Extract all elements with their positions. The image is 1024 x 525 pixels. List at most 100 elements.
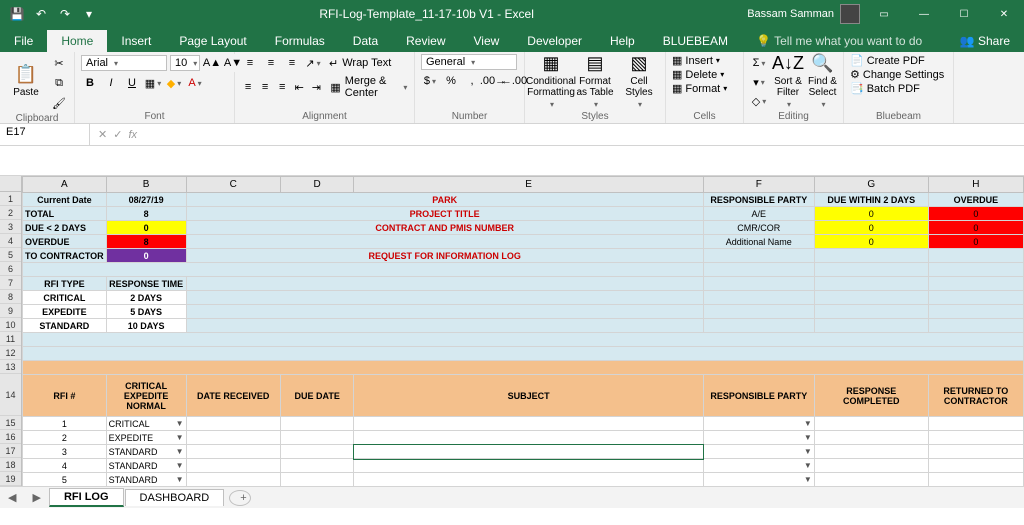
cell[interactable]: 0 — [814, 235, 928, 249]
chevron-down-icon[interactable]: ▼ — [804, 433, 812, 442]
cell[interactable] — [928, 249, 1023, 263]
cell[interactable] — [703, 291, 814, 305]
chevron-down-icon[interactable]: ▼ — [804, 419, 812, 428]
cell[interactable] — [186, 417, 280, 431]
row-header[interactable]: 5 — [0, 248, 21, 262]
cell[interactable] — [280, 445, 354, 459]
align-right-icon[interactable]: ≡ — [275, 78, 289, 96]
cell-dropdown[interactable]: CRITICAL▼ — [106, 417, 186, 431]
cell[interactable] — [928, 319, 1023, 333]
cell[interactable] — [814, 431, 928, 445]
row-header[interactable]: 8 — [0, 290, 21, 304]
align-center-icon[interactable]: ≡ — [258, 78, 272, 96]
bold-button[interactable]: B — [81, 74, 99, 92]
user-name[interactable]: Bassam Samman — [747, 8, 834, 20]
font-color-button[interactable]: A — [186, 74, 204, 92]
cell[interactable] — [928, 445, 1023, 459]
cell[interactable]: RFI TYPE — [23, 277, 107, 291]
chevron-down-icon[interactable]: ▼ — [804, 475, 812, 484]
cell[interactable] — [23, 347, 1024, 361]
tab-data[interactable]: Data — [339, 30, 392, 52]
col-header[interactable]: H — [928, 177, 1023, 193]
cell[interactable] — [23, 333, 1024, 347]
cell[interactable] — [280, 417, 354, 431]
row-header[interactable]: 2 — [0, 206, 21, 220]
sheet-tab-rfi-log[interactable]: RFI LOG — [49, 488, 124, 507]
chevron-down-icon[interactable]: ▼ — [176, 419, 184, 428]
border-button[interactable]: ▦ — [144, 74, 162, 92]
batch-pdf-button[interactable]: 📑 Batch PDF — [850, 82, 920, 95]
cell[interactable]: STANDARD — [23, 319, 107, 333]
cell[interactable]: 0 — [814, 221, 928, 235]
cell[interactable]: 0 — [106, 249, 186, 263]
row-header[interactable]: 6 — [0, 262, 21, 276]
cell[interactable] — [814, 459, 928, 473]
cell[interactable] — [280, 473, 354, 487]
cell[interactable]: TOTAL — [23, 207, 107, 221]
row-header[interactable]: 7 — [0, 276, 21, 290]
tab-review[interactable]: Review — [392, 30, 459, 52]
change-settings-button[interactable]: ⚙ Change Settings — [850, 68, 944, 81]
cell[interactable] — [928, 277, 1023, 291]
conditional-formatting-button[interactable]: ▦Conditional Formatting — [531, 54, 571, 108]
tab-formulas[interactable]: Formulas — [261, 30, 339, 52]
cell-dropdown[interactable]: ▼ — [703, 459, 814, 473]
close-icon[interactable]: ✕ — [984, 0, 1024, 28]
select-all-corner[interactable] — [0, 176, 21, 192]
cell[interactable] — [23, 263, 704, 277]
cell[interactable]: DUE < 2 DAYS — [23, 221, 107, 235]
cell[interactable]: 2 — [23, 431, 107, 445]
cut-icon[interactable]: ✂ — [50, 54, 68, 72]
cell[interactable]: 0 — [928, 235, 1023, 249]
cell[interactable] — [814, 445, 928, 459]
insert-cells-button[interactable]: ▦ Insert ▾ — [672, 54, 720, 67]
cell[interactable]: Current Date — [23, 193, 107, 207]
create-pdf-button[interactable]: 📄 Create PDF — [850, 54, 925, 67]
row-header[interactable]: 14 — [0, 374, 21, 416]
cell[interactable]: 4 — [23, 459, 107, 473]
cell[interactable] — [186, 459, 280, 473]
cell[interactable] — [703, 249, 814, 263]
tab-home[interactable]: Home — [47, 30, 107, 52]
sheet-nav-next-icon[interactable]: ▶ — [24, 491, 48, 504]
cell[interactable]: SUBJECT — [354, 375, 703, 417]
cell[interactable]: RESPONSIBLE PARTY — [703, 375, 814, 417]
cell[interactable] — [814, 417, 928, 431]
cell[interactable]: PARK — [186, 193, 703, 207]
col-header[interactable]: B — [106, 177, 186, 193]
col-header[interactable]: F — [703, 177, 814, 193]
cell[interactable] — [928, 305, 1023, 319]
row-header[interactable]: 17 — [0, 444, 21, 458]
cell[interactable]: 0 — [928, 207, 1023, 221]
cell[interactable]: OVERDUE — [23, 235, 107, 249]
row-header[interactable]: 9 — [0, 304, 21, 318]
cell[interactable]: 10 DAYS — [106, 319, 186, 333]
cell-dropdown[interactable]: STANDARD▼ — [106, 445, 186, 459]
cell[interactable] — [354, 431, 703, 445]
undo-icon[interactable]: ↶ — [32, 5, 50, 23]
cell[interactable] — [814, 319, 928, 333]
increase-font-icon[interactable]: A▲ — [203, 54, 221, 72]
indent-dec-icon[interactable]: ⇤ — [292, 78, 306, 96]
format-painter-icon[interactable]: 🖌 — [50, 94, 68, 112]
tab-page-layout[interactable]: Page Layout — [165, 30, 260, 52]
row-header[interactable]: 3 — [0, 220, 21, 234]
cell[interactable]: 5 DAYS — [106, 305, 186, 319]
col-header[interactable]: A — [23, 177, 107, 193]
cell[interactable] — [703, 263, 814, 277]
sort-filter-button[interactable]: A↓ZSort & Filter — [772, 54, 804, 108]
cell[interactable] — [814, 291, 928, 305]
align-bottom-icon[interactable]: ≡ — [283, 54, 301, 72]
cell[interactable]: CRITICAL EXPEDITE NORMAL — [106, 375, 186, 417]
cell-dropdown[interactable]: ▼ — [703, 417, 814, 431]
redo-icon[interactable]: ↷ — [56, 5, 74, 23]
chevron-down-icon[interactable]: ▼ — [804, 461, 812, 470]
cell-dropdown[interactable]: ▼ — [703, 473, 814, 487]
maximize-icon[interactable]: ☐ — [944, 0, 984, 28]
cell[interactable] — [354, 417, 703, 431]
cell[interactable] — [814, 277, 928, 291]
cell[interactable]: CRITICAL — [23, 291, 107, 305]
orientation-icon[interactable]: ↗ — [304, 54, 322, 72]
cell[interactable] — [23, 361, 1024, 375]
cell[interactable] — [928, 473, 1023, 487]
